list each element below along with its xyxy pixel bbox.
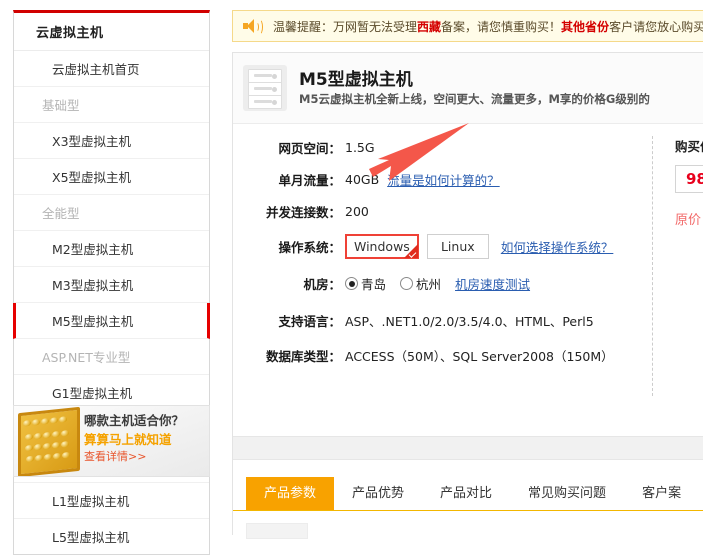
spec-list: 网页空间 1.5G 单月流量 40GB 流量是如何计算的？ 并发连接数 200 … [233, 124, 703, 430]
price-value: 98 [686, 170, 703, 188]
promo-line-1: 哪款主机适合你？ [84, 412, 205, 430]
spec-label-os: 操作系统 [233, 237, 345, 256]
notice-highlight-other-provinces: 其他省份 [561, 20, 609, 34]
promo-text: 哪款主机适合你？ 算算马上就知道 查看详情>> [84, 412, 205, 465]
spec-row-room: 机房 青岛 杭州 机房速度测试 [233, 274, 703, 293]
radio-icon-hangzhou[interactable] [400, 277, 413, 290]
tab-2[interactable]: 产品对比 [422, 477, 510, 510]
server-rack-icon [243, 65, 287, 111]
promo-banner[interactable]: 哪款主机适合你？ 算算马上就知道 查看详情>> [13, 405, 210, 477]
original-price-label: 原价 [675, 209, 703, 228]
spec-row-languages: 支持语言 ASP、.NET1.0/2.0/3.5/4.0、HTML、Perl5 [233, 311, 703, 330]
os-help-link[interactable]: 如何选择操作系统？ [501, 237, 614, 256]
sidebar-group-label: ASP.NET专业型 [14, 339, 209, 375]
sidebar-item[interactable]: 云虚拟主机首页 [14, 51, 209, 87]
product-header: M5型虚拟主机 M5云虚拟主机全新上线，空间更大、流量更多，M享的价格G级别的 [233, 53, 703, 124]
notice-highlight-tibet: 西藏 [417, 20, 441, 34]
tab-1[interactable]: 产品优势 [334, 477, 422, 510]
sidebar-item[interactable]: X5型虚拟主机 [14, 159, 209, 195]
sidebar-item[interactable]: M3型虚拟主机 [14, 267, 209, 303]
traffic-help-link[interactable]: 流量是如何计算的？ [387, 170, 500, 189]
spec-label-room: 机房 [233, 274, 345, 293]
spec-value-connections: 200 [345, 204, 369, 219]
sidebar-item[interactable]: L5型虚拟主机 [14, 519, 209, 554]
sidebar-title: 云虚拟主机 [14, 13, 209, 51]
sidebar-group-label: 全能型 [14, 195, 209, 231]
promo-line-2: 算算马上就知道 [84, 430, 205, 449]
tab-0[interactable]: 产品参数 [246, 477, 334, 510]
spec-row-traffic: 单月流量 40GB 流量是如何计算的？ [233, 170, 703, 189]
sidebar-item[interactable]: L1型虚拟主机 [14, 483, 209, 519]
notice-middle: 备案，请您慎重购买！ [441, 20, 561, 34]
os-option-linux-label: Linux [441, 239, 475, 254]
tab-3[interactable]: 常见购买问题 [510, 477, 624, 510]
os-option-windows-label: Windows [354, 239, 410, 254]
sidebar-item[interactable]: M2型虚拟主机 [14, 231, 209, 267]
sidebar-group-label: 基础型 [14, 87, 209, 123]
notice-text: 温馨提醒：万网暂无法受理西藏备案，请您慎重购买！其他省份客户请您放心购买 [273, 18, 703, 35]
spec-value-space: 1.5G [345, 140, 375, 155]
product-title-block: M5型虚拟主机 M5云虚拟主机全新上线，空间更大、流量更多，M享的价格G级别的 [299, 69, 650, 108]
notice-bar: 温馨提醒：万网暂无法受理西藏备案，请您慎重购买！其他省份客户请您放心购买 [232, 10, 703, 42]
room-option-hangzhou-label: 杭州 [416, 277, 441, 292]
room-option-qingdao[interactable]: 青岛 [345, 274, 386, 293]
product-subtitle: M5云虚拟主机全新上线，空间更大、流量更多，M享的价格G级别的 [299, 91, 650, 108]
tab-bar: 产品参数产品优势产品对比常见购买问题客户案 [233, 477, 703, 511]
section-separator [233, 436, 703, 460]
room-speed-test-link[interactable]: 机房速度测试 [455, 274, 530, 293]
spec-row-os: 操作系统 Windows Linux 如何选择操作系统？ [233, 234, 703, 259]
room-option-hangzhou[interactable]: 杭州 [400, 274, 441, 293]
spec-label-space: 网页空间 [233, 138, 345, 157]
tab-content-placeholder [246, 523, 308, 539]
radio-icon-qingdao[interactable] [345, 277, 358, 290]
spec-label-database: 数据库类型 [233, 346, 345, 365]
purchase-price-label: 购买价 [675, 136, 703, 155]
sidebar-item[interactable]: X3型虚拟主机 [14, 123, 209, 159]
spec-value-languages: ASP、.NET1.0/2.0/3.5/4.0、HTML、Perl5 [345, 311, 594, 330]
notice-suffix: 客户请您放心购买 [609, 20, 703, 34]
os-option-windows[interactable]: Windows [345, 234, 419, 259]
spec-label-traffic: 单月流量 [233, 170, 345, 189]
spec-row-space: 网页空间 1.5G [233, 138, 703, 157]
product-card: M5型虚拟主机 M5云虚拟主机全新上线，空间更大、流量更多，M享的价格G级别的 … [232, 52, 703, 535]
room-option-qingdao-label: 青岛 [361, 277, 386, 292]
spec-value-traffic: 40GB [345, 172, 379, 187]
spec-value-database: ACCESS（50M）、SQL Server2008（150M） [345, 346, 614, 365]
spec-label-languages: 支持语言 [233, 311, 345, 330]
spec-label-connections: 并发连接数 [233, 202, 345, 221]
spec-row-connections: 并发连接数 200 [233, 202, 703, 221]
sidebar-item-list: 云虚拟主机首页基础型X3型虚拟主机X5型虚拟主机全能型M2型虚拟主机M3型虚拟主… [14, 51, 209, 554]
os-option-linux[interactable]: Linux [427, 234, 489, 259]
speaker-icon [243, 18, 263, 34]
promo-detail-link[interactable]: 查看详情>> [84, 449, 205, 465]
notice-prefix: 温馨提醒：万网暂无法受理 [273, 20, 417, 34]
tab-4[interactable]: 客户案 [624, 477, 699, 510]
sidebar-item[interactable]: M5型虚拟主机 [13, 303, 210, 339]
spec-row-database: 数据库类型 ACCESS（50M）、SQL Server2008（150M） [233, 346, 703, 365]
page-title: M5型虚拟主机 [299, 69, 650, 91]
price-value-box[interactable]: 98 [675, 165, 703, 193]
abacus-icon [18, 410, 80, 474]
purchase-panel: 购买价 98 原价 [652, 136, 703, 396]
